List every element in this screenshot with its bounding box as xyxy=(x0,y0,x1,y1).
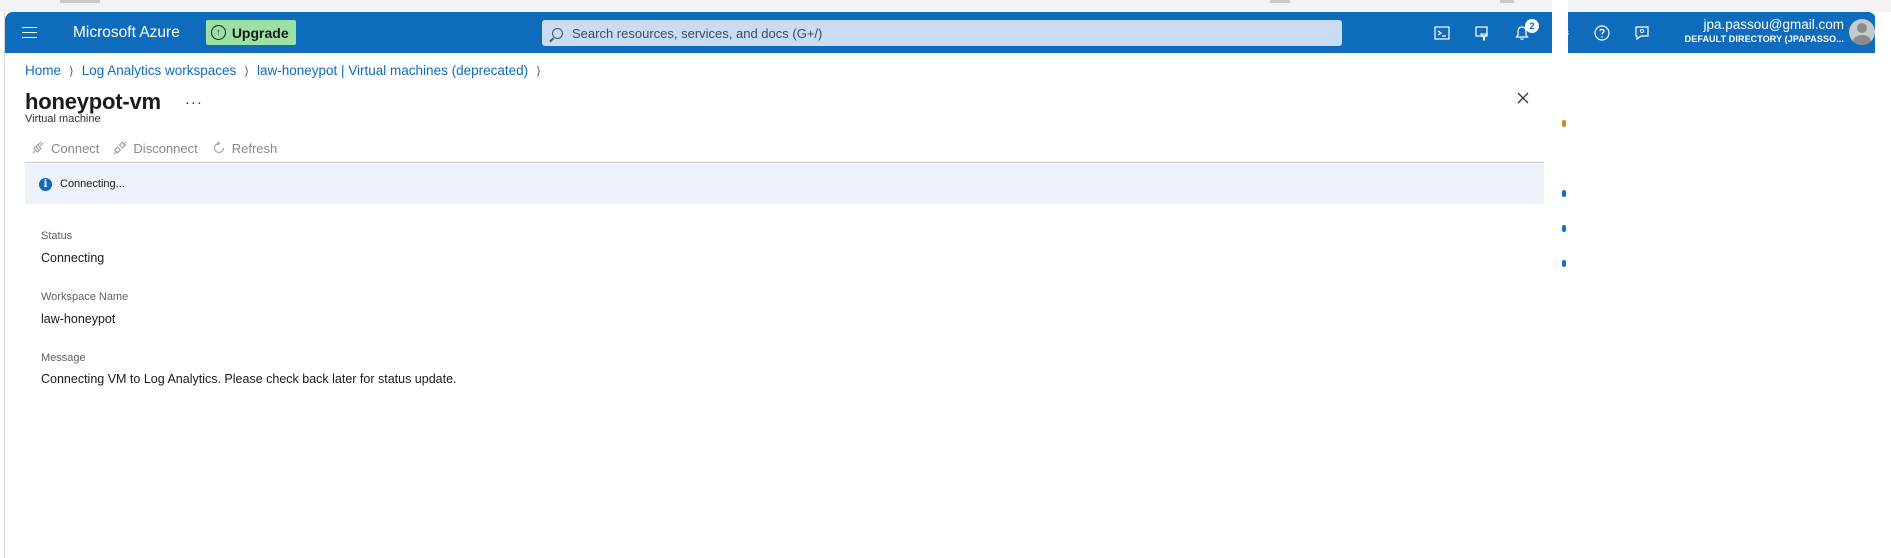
workspace-name-label: Workspace Name xyxy=(41,291,129,303)
page-subtitle: Virtual machine xyxy=(25,113,101,125)
cloud-shell-button[interactable] xyxy=(1422,12,1462,53)
connect-label: Connect xyxy=(51,140,100,156)
more-options-icon[interactable]: ··· xyxy=(185,94,203,111)
filter-directory-icon xyxy=(1475,25,1489,41)
directory-filter-button[interactable] xyxy=(1462,12,1502,53)
help-button[interactable] xyxy=(1582,12,1622,53)
info-banner: i Connecting... xyxy=(25,164,1544,204)
plug-connect-icon xyxy=(32,141,44,154)
clipped-side-panel xyxy=(1552,0,1568,558)
notification-count-badge: 2 xyxy=(1525,19,1539,33)
status-label: Status xyxy=(41,230,73,242)
disconnect-button[interactable]: Disconnect xyxy=(113,140,198,156)
azure-portal-window: Microsoft Azure ↑ Upgrade Search resourc… xyxy=(4,12,1875,558)
breadcrumb-home[interactable]: Home xyxy=(25,63,61,78)
refresh-label: Refresh xyxy=(231,140,278,156)
page-header: honeypot-vm ··· xyxy=(25,89,203,115)
message-value: Connecting VM to Log Analytics. Please c… xyxy=(41,372,457,386)
search-icon xyxy=(552,27,563,39)
connect-button[interactable]: Connect xyxy=(31,141,99,156)
upgrade-button[interactable]: ↑ Upgrade xyxy=(205,20,296,45)
feedback-button[interactable] xyxy=(1622,12,1662,53)
search-input[interactable] xyxy=(572,25,1332,41)
portal-menu-button[interactable] xyxy=(9,12,49,53)
topbar-actions: 2 xyxy=(1422,12,1662,53)
workspace-name-value: law-honeypot xyxy=(41,312,116,326)
refresh-icon xyxy=(213,141,224,154)
feedback-icon xyxy=(1635,25,1649,40)
browser-tab-strip xyxy=(0,0,1891,12)
refresh-button[interactable]: Refresh xyxy=(212,140,278,156)
disconnect-label: Disconnect xyxy=(133,140,198,156)
chevron-right-icon: ⟩ xyxy=(536,63,541,78)
arrow-up-circle-icon: ↑ xyxy=(210,25,226,40)
account-directory: DEFAULT DIRECTORY (JPAPASSO... xyxy=(1684,34,1844,44)
toolbar-divider xyxy=(25,162,1544,163)
banner-message: Connecting... xyxy=(60,178,125,190)
avatar[interactable] xyxy=(1849,19,1875,45)
notifications-button[interactable]: 2 xyxy=(1502,12,1542,53)
close-icon[interactable] xyxy=(1514,89,1532,107)
global-search[interactable] xyxy=(542,20,1342,46)
upgrade-label: Upgrade xyxy=(231,24,289,41)
account-menu[interactable]: jpa.passou@gmail.com DEFAULT DIRECTORY (… xyxy=(1672,16,1844,45)
help-icon xyxy=(1594,24,1610,41)
status-value: Connecting xyxy=(41,251,105,265)
hamburger-icon xyxy=(21,31,37,34)
chevron-right-icon: ⟩ xyxy=(244,63,249,78)
breadcrumb-log-analytics-workspaces[interactable]: Log Analytics workspaces xyxy=(82,63,237,78)
info-icon: i xyxy=(39,177,52,191)
command-bar: Connect Disconnect Refresh xyxy=(31,140,291,156)
chevron-right-icon: ⟩ xyxy=(69,63,74,78)
cloud-shell-icon xyxy=(1434,25,1450,40)
breadcrumb: Home ⟩ Log Analytics workspaces ⟩ law-ho… xyxy=(25,63,549,78)
breadcrumb-law-honeypot-vms[interactable]: law-honeypot | Virtual machines (depreca… xyxy=(257,63,528,78)
page-title: honeypot-vm xyxy=(25,89,161,114)
brand-name[interactable]: Microsoft Azure xyxy=(73,24,180,42)
plug-disconnect-icon xyxy=(114,141,127,155)
account-email: jpa.passou@gmail.com xyxy=(1703,17,1844,32)
message-label: Message xyxy=(41,352,86,364)
